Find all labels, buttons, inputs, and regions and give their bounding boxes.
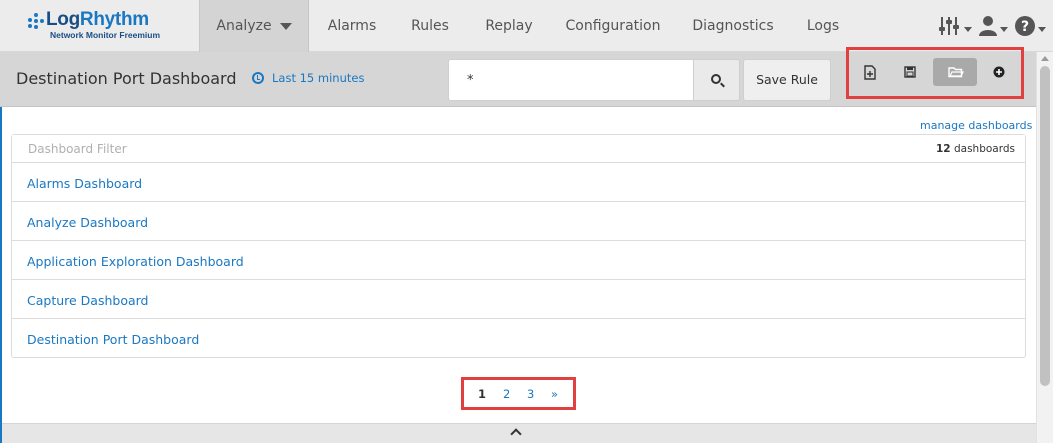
list-item: Capture Dashboard <box>12 280 1025 319</box>
search-icon <box>711 74 721 84</box>
user-icon[interactable] <box>978 14 1010 38</box>
dashboard-filter-input[interactable]: Dashboard Filter <box>28 142 127 156</box>
dashboard-link-alarms[interactable]: Alarms Dashboard <box>27 176 142 191</box>
nav-alarms[interactable]: Alarms <box>312 0 392 52</box>
dashboard-link-capture[interactable]: Capture Dashboard <box>27 293 149 308</box>
logo-title: LogRhythm <box>46 9 149 30</box>
svg-text:?: ? <box>1021 19 1029 35</box>
logrhythm-logo[interactable]: LogRhythm Network Monitor Freemium <box>28 9 178 43</box>
list-item: Application Exploration Dashboard <box>12 241 1025 280</box>
time-range-label: Last 15 minutes <box>272 71 365 85</box>
dashboard-link-application-exploration[interactable]: Application Exploration Dashboard <box>27 254 244 269</box>
vertical-scrollbar[interactable] <box>1036 52 1053 443</box>
pagination-highlight <box>461 377 576 410</box>
logo-subtitle: Network Monitor Freemium <box>50 30 161 40</box>
dashboard-count: 12 dashboards <box>936 143 1015 155</box>
chevron-down-icon <box>279 22 292 30</box>
save-rule-button[interactable]: Save Rule <box>743 59 831 101</box>
page-title: Destination Port Dashboard <box>16 69 237 88</box>
help-icon[interactable]: ? <box>1014 14 1048 38</box>
dashboard-list-panel: Dashboard Filter 12 dashboards Alarms Da… <box>11 134 1026 358</box>
nav-diagnostics[interactable]: Diagnostics <box>677 0 789 52</box>
search-button[interactable] <box>694 59 740 101</box>
left-edge-accent <box>0 107 2 443</box>
collapse-bar[interactable] <box>0 423 1036 443</box>
nav-configuration[interactable]: Configuration <box>552 0 674 52</box>
dashboard-filter-row: Dashboard Filter 12 dashboards <box>12 135 1025 163</box>
nav-replay[interactable]: Replay <box>468 0 550 52</box>
manage-dashboards-link[interactable]: manage dashboards <box>920 119 1032 132</box>
scroll-up-icon[interactable] <box>1041 56 1049 61</box>
nav-analyze[interactable]: Analyze <box>199 0 309 52</box>
chevron-up-icon <box>510 428 522 440</box>
list-item: Destination Port Dashboard <box>12 319 1025 358</box>
dashboard-link-analyze[interactable]: Analyze Dashboard <box>27 215 148 230</box>
time-range-link[interactable]: Last 15 minutes <box>252 71 364 87</box>
top-nav: LogRhythm Network Monitor Freemium Analy… <box>0 0 1053 52</box>
scroll-thumb[interactable] <box>1040 66 1050 386</box>
list-item: Analyze Dashboard <box>12 202 1025 241</box>
toolbar-highlight <box>846 47 1024 99</box>
nav-rules[interactable]: Rules <box>394 0 466 52</box>
nav-analyze-label: Analyze <box>216 18 272 34</box>
search-input[interactable] <box>448 59 694 101</box>
logo-dots-icon <box>28 13 44 29</box>
dashboard-link-destination-port[interactable]: Destination Port Dashboard <box>27 332 199 347</box>
nav-logs[interactable]: Logs <box>791 0 855 52</box>
list-item: Alarms Dashboard <box>12 163 1025 202</box>
sliders-icon[interactable] <box>938 14 974 38</box>
clock-icon <box>252 72 264 84</box>
